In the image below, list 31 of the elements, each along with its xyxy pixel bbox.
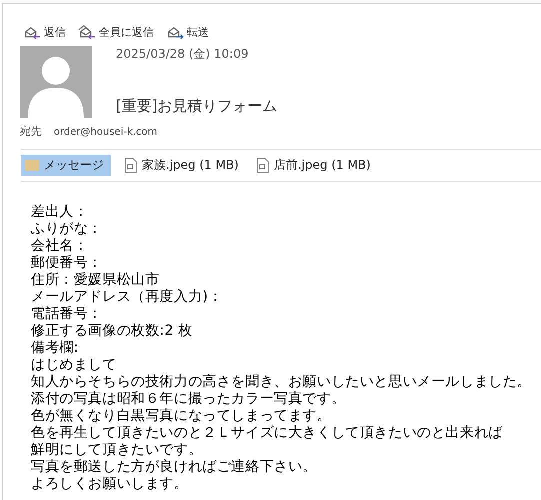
toolbar-button[interactable]: 転送 bbox=[164, 22, 211, 42]
body-text-line: 電話番号： bbox=[31, 306, 102, 323]
body-text-line: 知人からそちらの技術力の高さを聞き、お願いしたいと思いメールしました。 bbox=[31, 374, 532, 391]
subject: [重要]お見積りフォーム bbox=[116, 97, 278, 116]
body-text-line: 鮮明にして頂きたいです。 bbox=[31, 442, 203, 459]
body-text-line: 備考欄: bbox=[31, 340, 79, 357]
body-text-line: 色が無くなり白黒写真になってしまってます。 bbox=[31, 408, 332, 425]
to-label: 宛先 bbox=[20, 124, 42, 139]
body-text-line: 写真を郵送した方が良ければご連絡下さい。 bbox=[31, 459, 317, 476]
sent-date: 2025/03/28 (金) 10:09 bbox=[116, 46, 250, 63]
envelope-reply-icon bbox=[78, 24, 96, 40]
body-text-line: 住所：愛媛県松山市 bbox=[31, 272, 160, 289]
body-text-line: よろしくお願いします。 bbox=[31, 476, 188, 493]
body-text-line: 色を再生して頂きたいのと２Ｌサイズに大きくして頂きたいのと出来れば bbox=[31, 425, 503, 442]
attachment-tab[interactable]: メッセージ bbox=[21, 155, 111, 176]
attachment-tab[interactable]: 店前.jpeg (1 MB) bbox=[252, 155, 375, 176]
body-text-line: 添付の写真は昭和６年に撮ったカラー写真です。 bbox=[31, 391, 346, 408]
image-file-icon bbox=[125, 158, 137, 173]
body-text-line: 差出人： bbox=[31, 204, 88, 221]
recipient-address: order@housei-k.com bbox=[54, 127, 158, 138]
avatar-icon bbox=[20, 46, 92, 118]
body-text-line: メールアドレス（再度入力)： bbox=[31, 289, 223, 306]
body-text-line: 会社名： bbox=[31, 238, 88, 255]
toolbar-button[interactable]: 返信 bbox=[21, 22, 68, 42]
body-text-line: はじめまして bbox=[31, 357, 117, 374]
body-text-line: 郵便番号： bbox=[31, 255, 102, 272]
body-text-line: ふりがな： bbox=[31, 221, 102, 238]
body-text-line: 修正する画像の枚数:2 枚 bbox=[31, 323, 193, 340]
toolbar-button[interactable]: 全員に返信 bbox=[76, 22, 156, 42]
image-file-icon bbox=[256, 158, 269, 173]
attachment-tab[interactable]: 家族.jpeg (1 MB) bbox=[121, 155, 243, 176]
